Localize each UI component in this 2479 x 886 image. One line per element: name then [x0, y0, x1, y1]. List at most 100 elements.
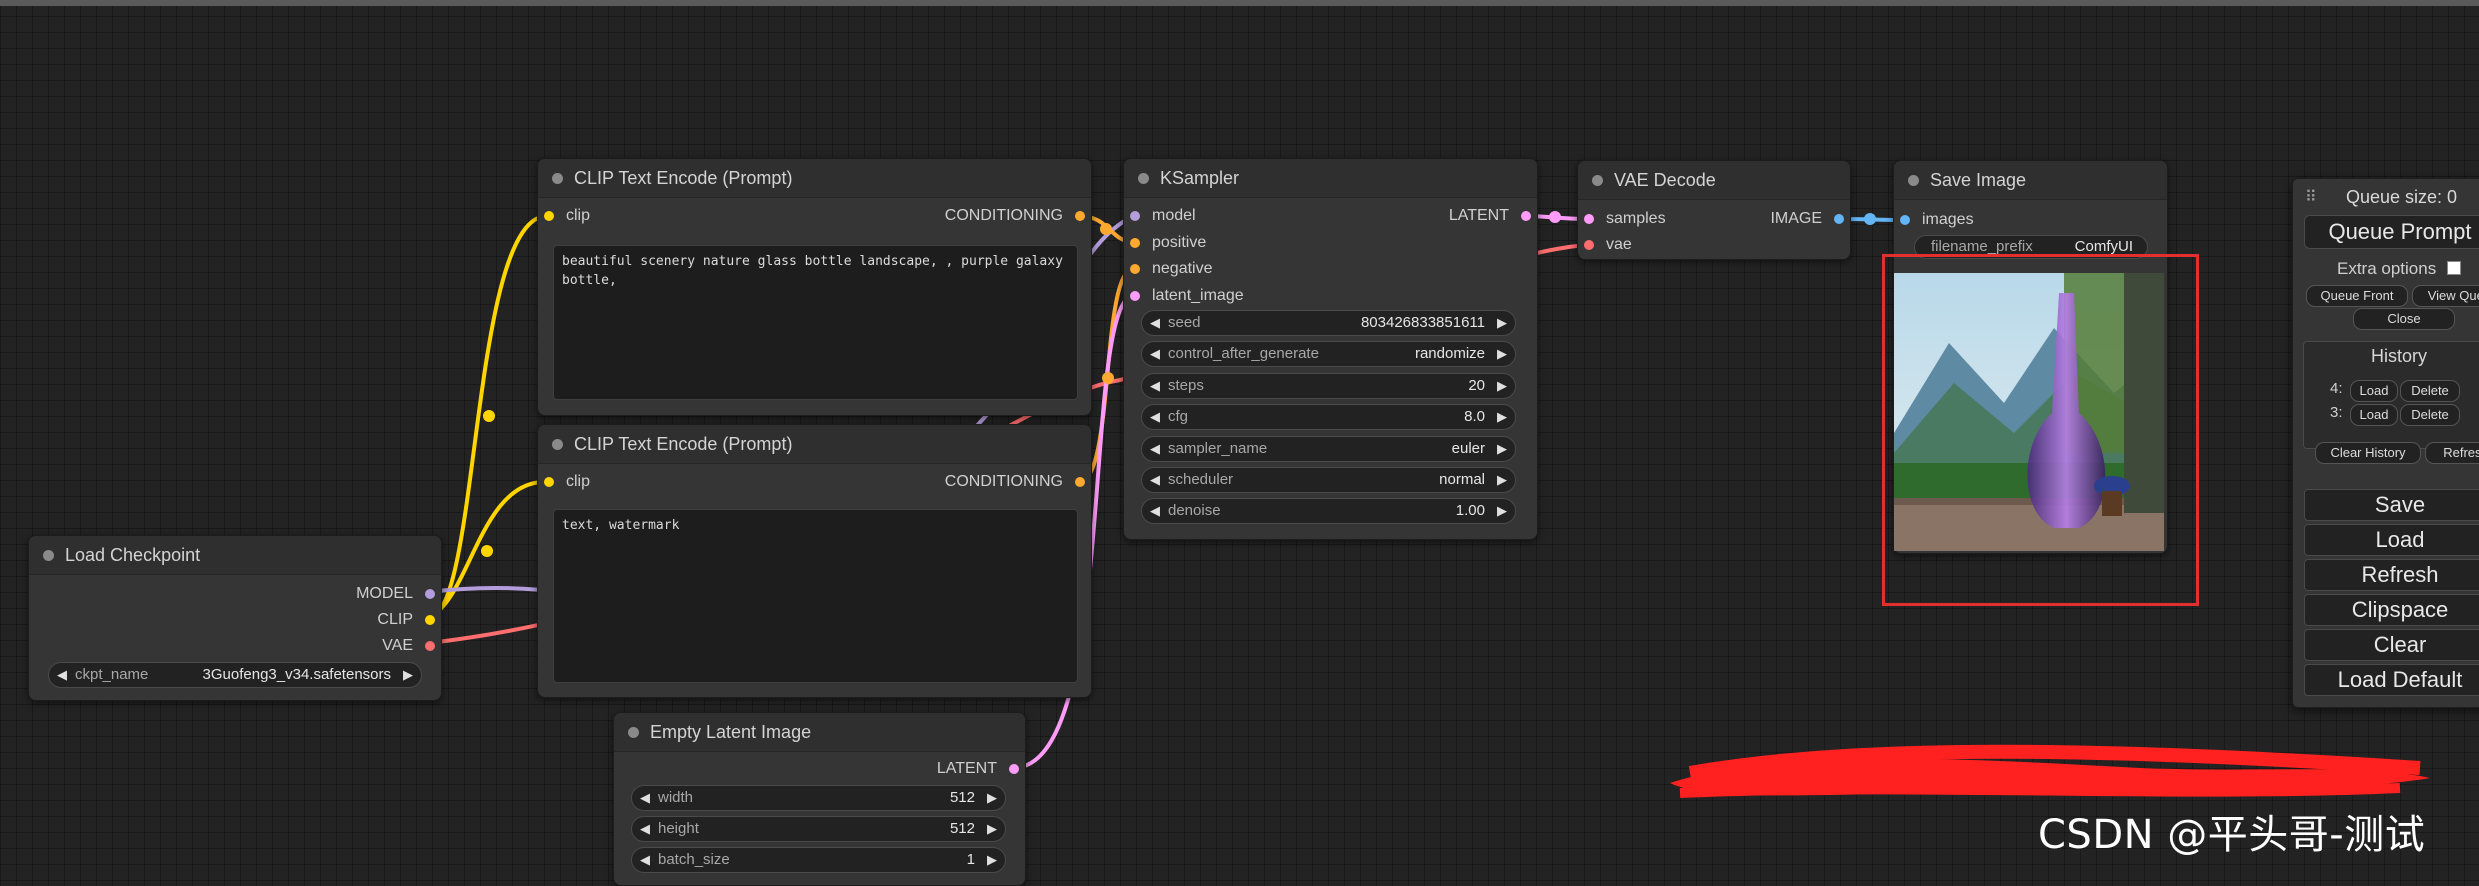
- slot-dot[interactable]: [425, 589, 435, 599]
- decrement-arrow-icon[interactable]: ◀: [1150, 374, 1160, 398]
- queue-front-button[interactable]: Queue Front: [2306, 285, 2408, 307]
- input-slot-samples[interactable]: samples: [1584, 208, 1666, 230]
- save-button[interactable]: Save: [2304, 489, 2479, 521]
- clear-history-button[interactable]: Clear History: [2315, 442, 2421, 464]
- increment-arrow-icon[interactable]: ▶: [1497, 437, 1507, 461]
- node-collapse-dot[interactable]: [628, 727, 639, 738]
- slot-dot[interactable]: [1130, 211, 1140, 221]
- widget-ckpt-name[interactable]: ◀ ckpt_name 3Guofeng3_v34.safetensors ▶: [48, 662, 422, 688]
- increment-arrow-icon[interactable]: ▶: [1497, 311, 1507, 335]
- increment-arrow-icon[interactable]: ▶: [987, 817, 997, 841]
- widget-denoise[interactable]: ◀ denoise 1.00 ▶: [1141, 498, 1516, 524]
- node-collapse-dot[interactable]: [552, 173, 563, 184]
- node-collapse-dot[interactable]: [1138, 173, 1149, 184]
- slot-dot[interactable]: [1521, 211, 1531, 221]
- widget-seed[interactable]: ◀ seed 803426833851611 ▶: [1141, 310, 1516, 336]
- slot-dot[interactable]: [425, 641, 435, 651]
- widget-cfg[interactable]: ◀ cfg 8.0 ▶: [1141, 404, 1516, 430]
- clear-button[interactable]: Clear: [2304, 629, 2479, 661]
- slot-dot[interactable]: [1130, 238, 1140, 248]
- vae-decode-node[interactable]: VAE Decode samples vae IMAGE: [1577, 160, 1851, 260]
- history-delete-button[interactable]: Delete: [2400, 404, 2460, 426]
- output-slot-latent[interactable]: LATENT: [1449, 205, 1531, 227]
- widget-height[interactable]: ◀ height 512 ▶: [631, 816, 1006, 842]
- node-collapse-dot[interactable]: [1908, 175, 1919, 186]
- slot-dot[interactable]: [1584, 240, 1594, 250]
- output-slot-model[interactable]: MODEL: [356, 583, 435, 605]
- increment-arrow-icon[interactable]: ▶: [987, 786, 997, 810]
- input-slot-vae[interactable]: vae: [1584, 234, 1632, 256]
- widget-sampler-name[interactable]: ◀ sampler_name euler ▶: [1141, 436, 1516, 462]
- slot-dot[interactable]: [1834, 214, 1844, 224]
- decrement-arrow-icon[interactable]: ◀: [1150, 437, 1160, 461]
- node-title[interactable]: Load Checkpoint: [29, 536, 441, 575]
- load-checkpoint-node[interactable]: Load Checkpoint MODEL CLIP VAE ◀ ckpt_nam…: [28, 535, 442, 701]
- slot-dot[interactable]: [1075, 211, 1085, 221]
- extra-options-checkbox[interactable]: [2446, 261, 2461, 275]
- increment-arrow-icon[interactable]: ▶: [1497, 499, 1507, 523]
- ksampler-node[interactable]: KSampler model positive negative latent_…: [1123, 158, 1538, 540]
- decrement-arrow-icon[interactable]: ◀: [1150, 468, 1160, 492]
- output-slot-conditioning[interactable]: CONDITIONING: [945, 205, 1085, 227]
- output-slot-latent[interactable]: LATENT: [937, 758, 1019, 780]
- node-title[interactable]: CLIP Text Encode (Prompt): [538, 159, 1091, 198]
- slot-dot[interactable]: [1584, 214, 1594, 224]
- empty-latent-image-node[interactable]: Empty Latent Image LATENT ◀ width 512 ▶ ◀ he…: [613, 712, 1026, 886]
- increment-arrow-icon[interactable]: ▶: [1497, 405, 1507, 429]
- decrement-arrow-icon[interactable]: ◀: [1150, 499, 1160, 523]
- input-slot-latent-image[interactable]: latent_image: [1130, 285, 1244, 307]
- decrement-arrow-icon[interactable]: ◀: [57, 663, 67, 687]
- history-load-button[interactable]: Load: [2350, 380, 2398, 402]
- increment-arrow-icon[interactable]: ▶: [403, 663, 413, 687]
- slot-dot[interactable]: [544, 211, 554, 221]
- load-button[interactable]: Load: [2304, 524, 2479, 556]
- widget-steps[interactable]: ◀ steps 20 ▶: [1141, 373, 1516, 399]
- clip-text-encode-negative-node[interactable]: CLIP Text Encode (Prompt) clip CONDITION…: [537, 424, 1092, 698]
- node-collapse-dot[interactable]: [43, 550, 54, 561]
- output-slot-image[interactable]: IMAGE: [1770, 208, 1844, 230]
- refresh-button[interactable]: Refresh: [2304, 559, 2479, 591]
- decrement-arrow-icon[interactable]: ◀: [1150, 342, 1160, 366]
- node-title[interactable]: VAE Decode: [1578, 161, 1850, 200]
- decrement-arrow-icon[interactable]: ◀: [640, 817, 650, 841]
- increment-arrow-icon[interactable]: ▶: [1497, 374, 1507, 398]
- input-slot-clip[interactable]: clip: [544, 471, 590, 493]
- decrement-arrow-icon[interactable]: ◀: [1150, 405, 1160, 429]
- node-title[interactable]: CLIP Text Encode (Prompt): [538, 425, 1091, 464]
- widget-control-after-generate[interactable]: ◀ control_after_generate randomize ▶: [1141, 341, 1516, 367]
- input-slot-positive[interactable]: positive: [1130, 232, 1206, 254]
- slot-dot[interactable]: [1130, 264, 1140, 274]
- input-slot-negative[interactable]: negative: [1130, 258, 1213, 280]
- queue-prompt-button[interactable]: Queue Prompt: [2304, 215, 2479, 249]
- node-collapse-dot[interactable]: [1592, 175, 1603, 186]
- decrement-arrow-icon[interactable]: ◀: [640, 848, 650, 872]
- refresh-history-button[interactable]: Refresh: [2425, 442, 2479, 464]
- load-default-button[interactable]: Load Default: [2304, 664, 2479, 696]
- node-title[interactable]: Save Image: [1894, 161, 2167, 200]
- input-slot-clip[interactable]: clip: [544, 205, 590, 227]
- input-slot-images[interactable]: images: [1900, 209, 1974, 231]
- slot-dot[interactable]: [1075, 477, 1085, 487]
- output-slot-conditioning[interactable]: CONDITIONING: [945, 471, 1085, 493]
- clipspace-button[interactable]: Clipspace: [2304, 594, 2479, 626]
- increment-arrow-icon[interactable]: ▶: [987, 848, 997, 872]
- history-load-button[interactable]: Load: [2350, 404, 2398, 426]
- slot-dot[interactable]: [1009, 764, 1019, 774]
- increment-arrow-icon[interactable]: ▶: [1497, 468, 1507, 492]
- decrement-arrow-icon[interactable]: ◀: [640, 786, 650, 810]
- history-delete-button[interactable]: Delete: [2400, 380, 2460, 402]
- node-title[interactable]: Empty Latent Image: [614, 713, 1025, 752]
- view-queue-button[interactable]: View Queue: [2412, 285, 2479, 307]
- decrement-arrow-icon[interactable]: ◀: [1150, 311, 1160, 335]
- close-button[interactable]: Close: [2353, 308, 2455, 330]
- prompt-textarea[interactable]: beautiful scenery nature glass bottle la…: [553, 245, 1078, 400]
- slot-dot[interactable]: [1900, 215, 1910, 225]
- output-slot-vae[interactable]: VAE: [382, 635, 435, 657]
- prompt-textarea[interactable]: text, watermark: [553, 509, 1078, 683]
- slot-dot[interactable]: [544, 477, 554, 487]
- widget-batch-size[interactable]: ◀ batch_size 1 ▶: [631, 847, 1006, 873]
- drag-handle-icon[interactable]: ⠿: [2305, 187, 2317, 207]
- increment-arrow-icon[interactable]: ▶: [1497, 342, 1507, 366]
- node-title[interactable]: KSampler: [1124, 159, 1537, 198]
- clip-text-encode-positive-node[interactable]: CLIP Text Encode (Prompt) clip CONDITION…: [537, 158, 1092, 416]
